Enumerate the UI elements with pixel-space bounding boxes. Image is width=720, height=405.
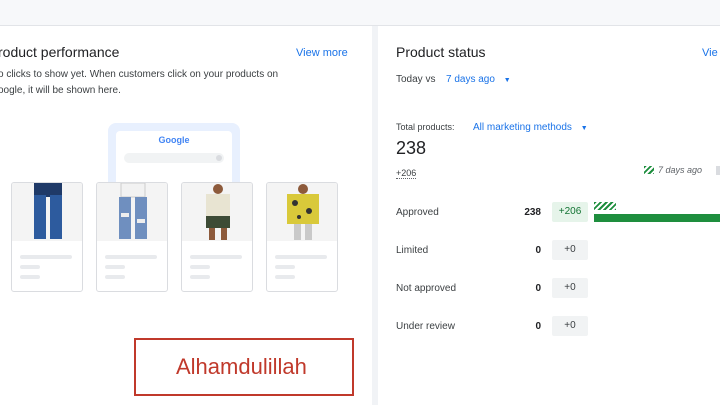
product-image-ripped-jeans <box>97 183 167 241</box>
product-card <box>11 182 83 292</box>
row-label-approved: Approved <box>396 207 439 218</box>
performance-description: o clicks to show yet. When customers cli… <box>0 67 338 99</box>
view-link[interactable]: Vie <box>702 47 718 59</box>
compare-prefix: Today vs <box>396 74 436 85</box>
mic-icon <box>216 155 222 161</box>
legend-7-days-ago: 7 days ago <box>658 165 703 175</box>
google-logo: Google <box>158 135 190 145</box>
shirt-shorts-figure-icon <box>206 184 230 240</box>
caret-down-icon: ▼ <box>503 77 511 84</box>
total-products-label: Total products: <box>396 122 455 132</box>
product-image-printed-shirt <box>267 183 337 241</box>
approved-prev-bar <box>594 202 616 210</box>
product-image-jeans <box>12 183 82 241</box>
row-count-limited: 0 <box>535 245 541 256</box>
ripped-jeans-figure-icon <box>119 183 147 239</box>
printed-shirt-figure-icon <box>287 184 319 240</box>
compare-period-label: 7 days ago <box>446 74 495 85</box>
desc-line-2: oogle, it will be shown here. <box>0 85 121 96</box>
marketing-methods-label: All marketing methods <box>473 122 572 133</box>
marketing-methods-dropdown[interactable]: All marketing methods ▼ <box>473 122 588 133</box>
legend-hatch-icon <box>644 166 654 174</box>
row-label-limited: Limited <box>396 245 429 256</box>
total-products-delta: +206 <box>396 168 417 179</box>
top-bar <box>0 0 720 26</box>
row-label-under-review: Under review <box>396 321 455 332</box>
row-label-not-approved: Not approved <box>396 283 457 294</box>
compare-period-dropdown[interactable]: 7 days ago ▼ <box>446 74 511 85</box>
row-count-under-review: 0 <box>535 321 541 332</box>
product-performance-title: roduct performance <box>0 44 120 60</box>
row-delta-not-approved: +0 <box>552 278 588 298</box>
legend-today-icon <box>716 166 720 175</box>
product-status-card: Product status Vie Today vs 7 days ago ▼… <box>378 26 720 405</box>
row-delta-limited: +0 <box>552 240 588 260</box>
row-delta-under-review: +0 <box>552 316 588 336</box>
desc-line-1: o clicks to show yet. When customers cli… <box>0 69 279 80</box>
row-count-approved: 238 <box>524 207 541 218</box>
approved-bar <box>594 214 720 222</box>
product-card <box>96 182 168 292</box>
product-card <box>266 182 338 292</box>
alhamdulillah-stamp: Alhamdulillah <box>134 338 354 396</box>
product-image-shirt-shorts <box>182 183 252 241</box>
stamp-text: Alhamdulillah <box>176 354 307 379</box>
total-products-value: 238 <box>396 138 427 158</box>
view-more-link[interactable]: View more <box>296 47 348 59</box>
search-bar-illustration <box>124 153 224 163</box>
product-status-title: Product status <box>396 44 486 60</box>
caret-down-icon: ▼ <box>580 125 588 132</box>
product-card <box>181 182 253 292</box>
row-delta-approved: +206 <box>552 202 588 222</box>
jeans-figure-icon <box>34 183 62 239</box>
row-count-not-approved: 0 <box>535 283 541 294</box>
google-search-illustration: Google <box>108 123 240 191</box>
product-performance-card: roduct performance View more o clicks to… <box>0 26 372 405</box>
